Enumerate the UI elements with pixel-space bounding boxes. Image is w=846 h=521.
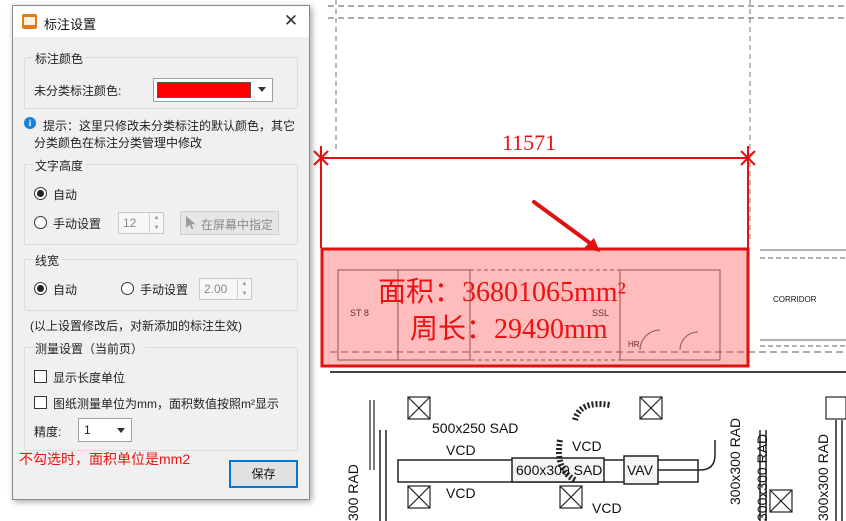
text-height-value: 12 <box>123 216 137 230</box>
cursor-icon <box>186 216 196 229</box>
pick-on-screen-label: 在屏幕中指定 <box>201 218 274 232</box>
area-label: 面积：36801065mm² <box>378 277 626 308</box>
text-height-auto-radio[interactable] <box>34 187 47 200</box>
precision-label: 精度: <box>34 425 62 439</box>
spin-arrows-icon[interactable]: ▲ ▼ <box>237 279 251 299</box>
line-width-manual-radio[interactable] <box>121 282 134 295</box>
hint-text-line2: 分类颜色在标注分类管理中修改 <box>34 136 203 150</box>
mm-unit-checkbox[interactable] <box>34 396 47 409</box>
text-height-spinbox[interactable]: 12 ▲ ▼ <box>118 212 164 234</box>
measure-settings-group-title: 测量设置（当前页） <box>33 340 146 357</box>
spin-arrows-icon[interactable]: ▲ ▼ <box>149 213 163 233</box>
line-width-auto-label: 自动 <box>53 283 78 297</box>
precision-select[interactable]: 1 <box>78 418 132 442</box>
info-icon: i <box>24 117 36 129</box>
width-dimension-label: 11571 <box>502 130 557 155</box>
uncategorized-color-label: 未分类标注颜色: <box>34 84 122 98</box>
perimeter-label: 周长：29490mm <box>410 314 608 345</box>
color-swatch <box>157 82 251 98</box>
chevron-down-icon <box>258 87 266 92</box>
pointer-arrow-top <box>532 200 596 248</box>
text-height-manual-label: 手动设置 <box>53 217 102 231</box>
text-height-auto-label: 自动 <box>53 188 78 202</box>
line-width-manual-label: 手动设置 <box>140 283 189 297</box>
hint-text-line1: 提示：这里只修改未分类标注的默认颜色，其它 <box>43 119 296 133</box>
show-length-unit-checkbox[interactable] <box>34 370 47 383</box>
line-width-auto-radio[interactable] <box>34 282 47 295</box>
annotation-color-group-title: 标注颜色 <box>33 50 86 67</box>
chevron-down-icon <box>117 428 125 433</box>
text-height-group-title: 文字高度 <box>33 157 86 174</box>
pick-on-screen-button[interactable]: 在屏幕中指定 <box>180 211 279 235</box>
uncategorized-color-select[interactable] <box>153 78 273 102</box>
dialog-titlebar[interactable]: 标注设置 ✕ <box>13 6 309 37</box>
precision-value: 1 <box>84 423 91 437</box>
text-height-manual-radio[interactable] <box>34 216 47 229</box>
dialog-title: 标注设置 <box>44 17 97 32</box>
mm-unit-label: 图纸测量单位为mm，面积数值按照m²显示 <box>53 397 279 411</box>
show-length-unit-label: 显示长度单位 <box>53 371 126 385</box>
settings-effect-note: (以上设置修改后，对新添加的标注生效) <box>30 319 242 333</box>
annotation-settings-dialog: 标注设置 ✕ 标注颜色 未分类标注颜色: i 提示：这里只修改未分类标注的默认颜… <box>12 5 310 500</box>
save-button[interactable]: 保存 <box>229 460 298 488</box>
line-width-spinbox[interactable]: 2.00 ▲ ▼ <box>199 278 252 300</box>
close-button[interactable]: ✕ <box>279 10 303 32</box>
line-width-value: 2.00 <box>204 282 228 296</box>
line-width-group-title: 线宽 <box>33 252 62 269</box>
unit-annotation-note: 不勾选时，面积单位是mm2 <box>19 451 191 467</box>
app-icon <box>22 14 37 29</box>
